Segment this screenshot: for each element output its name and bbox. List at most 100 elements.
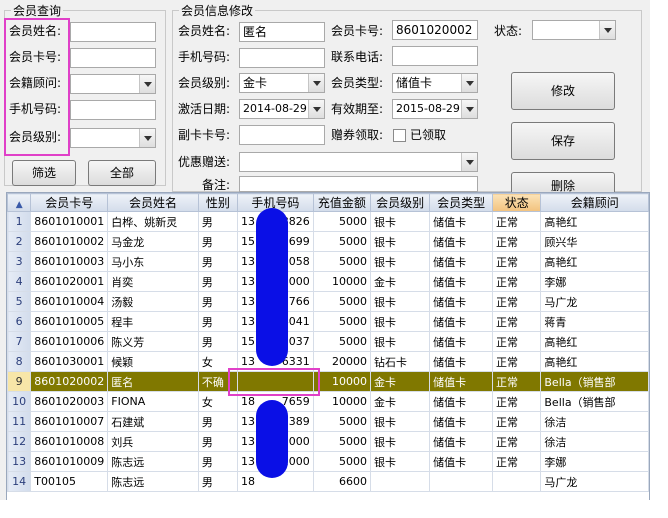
chevron-down-icon[interactable] xyxy=(139,75,155,93)
table-cell: 男 xyxy=(197,451,238,472)
row-number[interactable]: 13 xyxy=(7,451,32,472)
query-mobile-input[interactable] xyxy=(70,100,156,120)
table-cell: 刘兵 xyxy=(107,431,199,452)
table-cell: 8601010009 xyxy=(30,451,109,472)
edit-level-select[interactable]: 金卡 xyxy=(239,73,325,93)
select-all-corner[interactable]: ▲ xyxy=(7,193,32,212)
filter-button[interactable]: 筛选 xyxy=(12,160,76,186)
member-query-title: 会员查询 xyxy=(11,2,64,19)
edit-phone-input[interactable] xyxy=(392,46,478,66)
coupon-received-checkbox[interactable] xyxy=(393,129,406,142)
col-header[interactable]: 会员姓名 xyxy=(107,193,199,212)
table-cell: 储值卡 xyxy=(429,451,494,472)
table-cell: 储值卡 xyxy=(429,271,494,292)
row-number[interactable]: 2 xyxy=(7,231,32,252)
table-cell: 5000 xyxy=(312,211,372,232)
edit-card-label: 会员卡号: xyxy=(331,24,384,38)
edit-type-select[interactable]: 储值卡 xyxy=(392,73,478,93)
row-number[interactable]: 14 xyxy=(7,471,32,492)
col-header[interactable]: 会员类型 xyxy=(429,193,494,212)
table-cell: 李娜 xyxy=(540,451,649,472)
table-cell: 8601010002 xyxy=(30,231,109,252)
table-row[interactable]: 11 8601010007 石建斌男 13 3389 5000 银卡 储值卡 正常 徐洁 xyxy=(7,411,649,432)
edit-note-input[interactable] xyxy=(239,176,478,192)
query-advisor-select[interactable] xyxy=(70,74,156,94)
table-cell: 储值卡 xyxy=(429,331,494,352)
table-cell: 正常 xyxy=(492,251,542,272)
table-row[interactable]: 9 8601020002 匿名 不确 10000 金卡 储值卡 正常 Bella（销售部 xyxy=(7,371,649,392)
col-header[interactable]: 会员卡号 xyxy=(30,193,109,212)
save-button[interactable]: 保存 xyxy=(511,122,615,160)
table-row[interactable]: 13 8601010009 陈志远男 13 2000 5000 银卡 储值卡 正常 李娜 xyxy=(7,451,649,472)
table-cell: 正常 xyxy=(492,371,542,392)
chevron-down-icon[interactable] xyxy=(308,74,324,92)
edit-expire-date[interactable]: 2015-08-29 xyxy=(392,99,478,119)
table-row[interactable]: 10 8601020003 FIONA 女 18 7659 10000 金卡 储值卡 正常 Bell… xyxy=(7,391,649,412)
table-cell: 5000 xyxy=(312,231,372,252)
edit-promo-select[interactable] xyxy=(239,152,478,172)
col-header[interactable]: 会籍顾问 xyxy=(540,193,649,212)
table-cell: Bella（销售部 xyxy=(540,391,649,412)
modify-button[interactable]: 修改 xyxy=(511,72,615,110)
table-cell: 顾兴华 xyxy=(540,231,649,252)
table-cell: 马广龙 xyxy=(540,291,649,312)
table-row[interactable]: 7 8601010006 陈义芳男 15 2037 5000 银卡 储值卡 正常 高艳红 xyxy=(7,331,649,352)
row-number[interactable]: 11 xyxy=(7,411,32,432)
query-level-select[interactable] xyxy=(70,128,156,148)
table-row[interactable]: 6 8601010005 程丰男 13 4041 5000 银卡 储值卡 正常 蒋青 xyxy=(7,311,649,332)
edit-card-input[interactable]: 8601020002 xyxy=(392,20,478,40)
query-name-input[interactable] xyxy=(70,22,156,42)
col-header[interactable]: 性别 xyxy=(197,193,238,212)
table-cell: 正常 xyxy=(492,391,542,412)
row-number[interactable]: 1 xyxy=(7,211,32,232)
phone-prefix: 13 xyxy=(240,455,255,468)
table-cell: 银卡 xyxy=(370,311,431,332)
phone-prefix: 18 xyxy=(240,475,255,488)
table-row[interactable]: 3 8601010003 马小东男 13 1058 5000 银卡 储值卡 正常 高艳红 xyxy=(7,251,649,272)
chevron-down-icon[interactable] xyxy=(461,153,477,171)
col-header[interactable]: 充值金额 xyxy=(312,193,372,212)
row-number[interactable]: 8 xyxy=(7,351,32,372)
table-row[interactable]: 2 8601010002 马金龙男 15 1699 5000 银卡 储值卡 正常 顾兴华 xyxy=(7,231,649,252)
edit-name-input[interactable]: 匿名 xyxy=(239,22,325,42)
chevron-down-icon[interactable] xyxy=(599,21,615,39)
row-number[interactable]: 9 xyxy=(7,371,32,392)
table-cell: 男 xyxy=(197,411,238,432)
row-number[interactable]: 10 xyxy=(7,391,32,412)
table-row[interactable]: 5 8601010004 汤毅男 13 1766 5000 银卡 储值卡 正常 马广龙 xyxy=(7,291,649,312)
member-management-window: 会员查询 会员姓名: 会员卡号: 会籍顾问: 手机号码: 会员级别: 筛选 全部… xyxy=(0,0,650,500)
row-number[interactable]: 12 xyxy=(7,431,32,452)
query-card-input[interactable] xyxy=(70,48,156,68)
table-cell: 男 xyxy=(197,431,238,452)
table-cell: 8601020001 xyxy=(30,271,109,292)
table-row[interactable]: 1 8601010001 白桦、姚新灵男 13 8826 5000 银卡 储值卡 正常 高艳红 xyxy=(7,211,649,232)
table-cell: 正常 xyxy=(492,451,542,472)
table-cell: 6600 xyxy=(312,471,372,492)
chevron-down-icon[interactable] xyxy=(461,100,477,118)
row-number[interactable]: 7 xyxy=(7,331,32,352)
table-cell: 8601010008 xyxy=(30,431,109,452)
table-cell: 银卡 xyxy=(370,431,431,452)
show-all-button[interactable]: 全部 xyxy=(88,160,156,186)
table-cell: 金卡 xyxy=(370,271,431,292)
table-row[interactable]: 12 8601010008 刘兵男 13 0000 5000 银卡 储值卡 正常 徐洁 xyxy=(7,431,649,452)
edit-status-select[interactable] xyxy=(532,20,616,40)
table-cell: 马广龙 xyxy=(540,471,649,492)
table-row[interactable]: 8 8601030001 候颖女 13 6331 20000 钻石卡 储值卡 正常 高艳红 xyxy=(7,351,649,372)
member-edit-title: 会员信息修改 xyxy=(179,2,256,19)
table-row[interactable]: 4 8601020001 肖奕男 13 6000 10000 金卡 储值卡 正常 李娜 xyxy=(7,271,649,292)
edit-activate-date[interactable]: 2014-08-29 xyxy=(239,99,325,119)
edit-subcard-input[interactable] xyxy=(239,125,325,145)
edit-mobile-input[interactable] xyxy=(239,48,325,68)
row-number[interactable]: 4 xyxy=(7,271,32,292)
sort-triangle-icon: ▲ xyxy=(15,199,23,210)
row-number[interactable]: 6 xyxy=(7,311,32,332)
chevron-down-icon[interactable] xyxy=(461,74,477,92)
row-number[interactable]: 3 xyxy=(7,251,32,272)
row-number[interactable]: 5 xyxy=(7,291,32,312)
col-header[interactable]: 会员级别 xyxy=(370,193,431,212)
chevron-down-icon[interactable] xyxy=(308,100,324,118)
table-row[interactable]: 14 T00105 陈志远男 18 6600 马广龙 xyxy=(7,471,649,492)
col-header[interactable]: 状态 xyxy=(492,193,542,212)
chevron-down-icon[interactable] xyxy=(139,129,155,147)
